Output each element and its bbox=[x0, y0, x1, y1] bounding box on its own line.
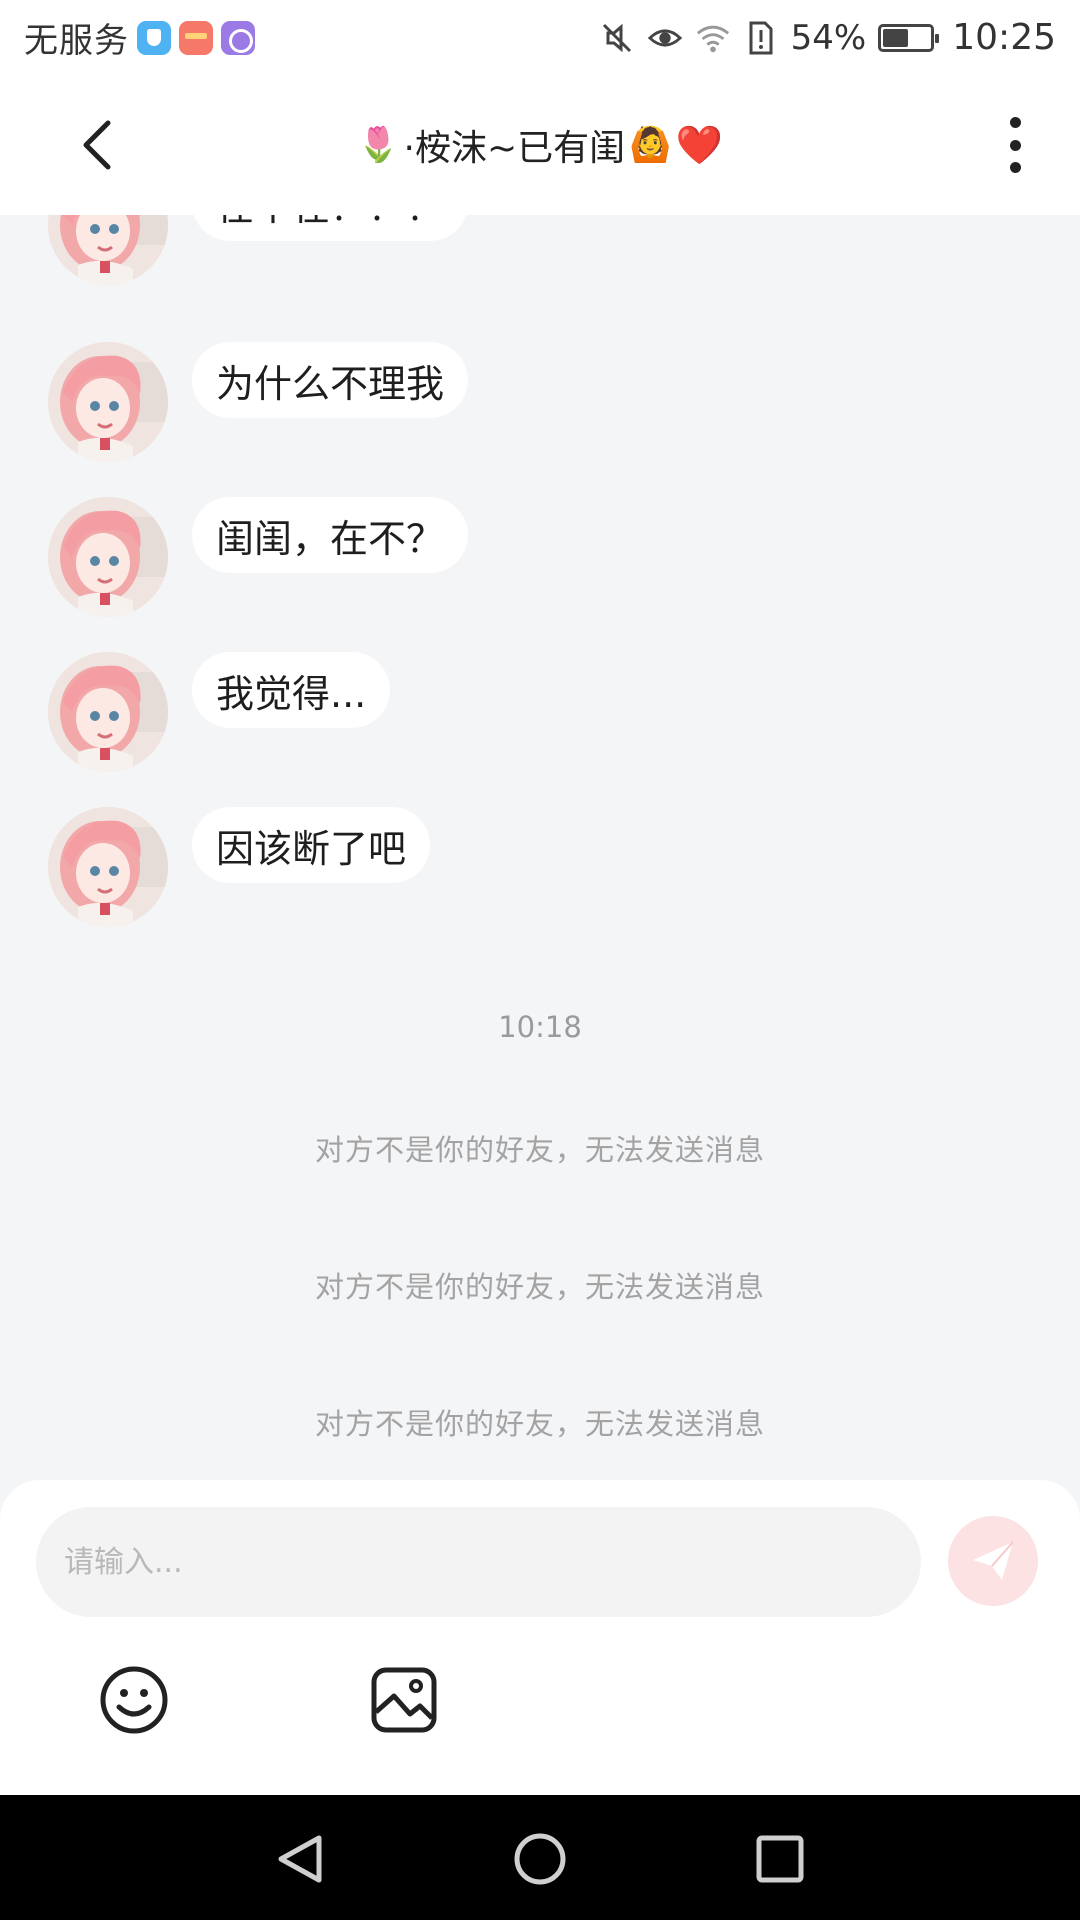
more-vertical-icon bbox=[1009, 139, 1021, 151]
image-icon bbox=[371, 1667, 437, 1733]
message-bubble[interactable]: 因该断了吧 bbox=[192, 807, 431, 883]
contact-avatar[interactable] bbox=[48, 497, 168, 617]
shield-app-icon bbox=[137, 20, 171, 55]
status-right: 54% 10:25 bbox=[599, 17, 1056, 58]
message-row: 因该断了吧 bbox=[48, 807, 431, 927]
image-button[interactable] bbox=[366, 1662, 442, 1738]
system-note: 对方不是你的好友，无法发送消息 bbox=[314, 1270, 765, 1304]
carrier-label: 无服务 bbox=[24, 21, 129, 61]
nav-home-button[interactable] bbox=[510, 1829, 570, 1889]
nav-recents-button[interactable] bbox=[750, 1829, 810, 1889]
message-bubble[interactable]: 在不在？？？ bbox=[192, 215, 469, 241]
message-row: 闺闺，在不？ bbox=[48, 497, 469, 617]
pie-app-icon bbox=[221, 20, 255, 55]
send-button[interactable] bbox=[948, 1516, 1038, 1606]
status-bar: 无服务 54% 10:25 bbox=[0, 0, 1080, 75]
contact-avatar[interactable] bbox=[48, 342, 168, 462]
avatar-image bbox=[48, 342, 168, 462]
paper-plane-icon bbox=[973, 1541, 1014, 1580]
contact-name: ·桉沫~已有闺 bbox=[403, 128, 626, 169]
back-button[interactable] bbox=[70, 117, 126, 173]
circle-home-icon bbox=[514, 1833, 566, 1885]
gesture-emoji: 🙆 bbox=[629, 125, 672, 165]
emoji-button[interactable] bbox=[96, 1662, 172, 1738]
message-bubble[interactable]: 为什么不理我 bbox=[192, 342, 469, 418]
chat-area[interactable]: 在不在？？？ 为什么不理我 闺闺，在不？ 我觉得... 因该断了吧 10:18 … bbox=[0, 215, 1080, 1480]
contact-avatar[interactable] bbox=[48, 215, 168, 285]
square-recents-icon bbox=[756, 1835, 804, 1883]
chevron-left-icon bbox=[83, 120, 111, 170]
avatar-image bbox=[48, 652, 168, 772]
eye-comfort-icon bbox=[647, 20, 683, 56]
alert-sim-icon bbox=[743, 20, 779, 56]
message-bubble[interactable]: 闺闺，在不？ bbox=[192, 497, 469, 573]
battery-percent: 54% bbox=[790, 17, 867, 58]
status-time: 10:25 bbox=[952, 17, 1056, 58]
avatar-image bbox=[48, 497, 168, 617]
triangle-back-icon bbox=[278, 1835, 322, 1883]
more-vertical-icon bbox=[1009, 117, 1021, 128]
chat-header: 🌷 ·桉沫~已有闺 🙆 ❤️ bbox=[0, 75, 1080, 215]
mute-icon bbox=[599, 20, 635, 56]
contact-avatar[interactable] bbox=[48, 807, 168, 927]
avatar-image bbox=[48, 807, 168, 927]
more-options-button[interactable] bbox=[990, 113, 1040, 177]
avatar-image bbox=[48, 215, 168, 285]
message-row: 在不在？？？ bbox=[48, 215, 469, 285]
battery-fill bbox=[883, 28, 909, 47]
system-note: 对方不是你的好友，无法发送消息 bbox=[314, 1407, 765, 1441]
status-left: 无服务 bbox=[24, 13, 255, 62]
heart-emoji: ❤️ bbox=[675, 122, 723, 167]
message-bubble[interactable]: 我觉得... bbox=[192, 652, 391, 728]
nav-back-button[interactable] bbox=[270, 1829, 330, 1889]
message-composer bbox=[0, 1480, 1080, 1795]
system-note: 对方不是你的好友，无法发送消息 bbox=[314, 1133, 765, 1167]
message-timestamp: 10:18 bbox=[498, 1010, 582, 1044]
page-title: 🌷 ·桉沫~已有闺 🙆 ❤️ bbox=[357, 119, 723, 171]
message-input[interactable] bbox=[36, 1507, 921, 1617]
system-navigation-bar bbox=[0, 1795, 1080, 1920]
more-vertical-icon bbox=[1009, 162, 1021, 173]
tulip-emoji: 🌷 bbox=[357, 125, 400, 165]
battery-icon bbox=[878, 23, 940, 52]
smiley-icon bbox=[100, 1666, 168, 1734]
wifi-icon bbox=[695, 20, 731, 56]
message-row: 为什么不理我 bbox=[48, 342, 469, 462]
wallet-app-icon bbox=[179, 20, 213, 55]
message-row: 我觉得... bbox=[48, 652, 391, 772]
contact-avatar[interactable] bbox=[48, 652, 168, 772]
